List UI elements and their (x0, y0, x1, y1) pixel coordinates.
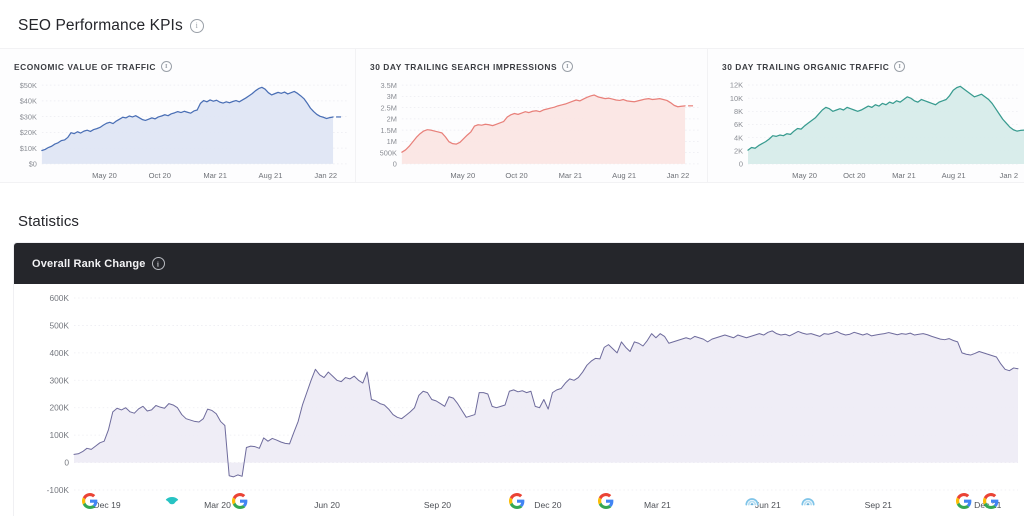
svg-text:3.5M: 3.5M (381, 81, 397, 90)
info-icon[interactable] (894, 61, 905, 72)
info-icon[interactable] (161, 61, 172, 72)
google-icon[interactable] (509, 493, 525, 509)
svg-text:1M: 1M (387, 137, 397, 146)
svg-text:2K: 2K (734, 147, 743, 156)
kpi-chart-search-impressions: 0 500K 1M 1.5M 2M 2.5M 3M 3.5M May 20 Oct 20 Mar 2… (356, 77, 707, 182)
info-icon[interactable] (152, 257, 165, 270)
svg-text:500K: 500K (49, 320, 69, 330)
kpi-card-title: 30 DAY TRAILING ORGANIC TRAFFIC (722, 61, 905, 72)
svg-text:Aug 21: Aug 21 (612, 171, 636, 180)
svg-text:May 20: May 20 (792, 171, 817, 180)
google-icon[interactable] (598, 493, 614, 509)
svg-text:500K: 500K (380, 148, 397, 157)
kpi-card-search-impressions[interactable]: 30 DAY TRAILING SEARCH IMPRESSIONS 0 500K… (356, 49, 708, 182)
svg-text:$10K: $10K (20, 144, 37, 153)
svg-text:Jan 2: Jan 2 (1000, 171, 1019, 180)
google-icon[interactable] (983, 493, 999, 509)
google-icon[interactable] (232, 493, 248, 509)
event-marker-row (0, 493, 1024, 516)
kpi-card-economic-value[interactable]: ECONOMIC VALUE OF TRAFFIC $0 $10K $20K $30K… (0, 49, 356, 182)
svg-text:$0: $0 (29, 160, 37, 169)
svg-text:$50K: $50K (20, 81, 37, 90)
svg-text:100K: 100K (49, 430, 69, 440)
kpi-card-title: ECONOMIC VALUE OF TRAFFIC (14, 61, 172, 72)
teal-icon[interactable] (164, 493, 180, 509)
kpi-card-row: ECONOMIC VALUE OF TRAFFIC $0 $10K $20K $30K… (0, 48, 1024, 183)
svg-text:0: 0 (739, 160, 743, 169)
overall-rank-change-chart: -100K0100K200K300K400K500K600KDec 19Mar … (14, 284, 1024, 516)
svg-text:Mar 21: Mar 21 (559, 171, 583, 180)
svg-text:0: 0 (393, 160, 397, 169)
svg-text:400K: 400K (49, 348, 69, 358)
kpi-title-text: ECONOMIC VALUE OF TRAFFIC (14, 62, 156, 72)
card-header: Overall Rank Change (14, 243, 1024, 284)
overall-rank-change-card: Overall Rank Change -100K0100K200K300K40… (14, 243, 1024, 516)
info-icon[interactable] (562, 61, 573, 72)
statistics-section-title: Statistics (18, 213, 79, 230)
kpi-chart-economic-value: $0 $10K $20K $30K $40K $50K May 20 Oct 20 Mar 21… (0, 77, 355, 182)
svg-text:May 20: May 20 (92, 171, 117, 180)
svg-text:Jan 22: Jan 22 (667, 171, 690, 180)
svg-text:2M: 2M (387, 115, 397, 124)
svg-text:0: 0 (64, 458, 69, 468)
rainbow-icon[interactable] (800, 493, 816, 509)
svg-text:1.5M: 1.5M (381, 126, 397, 135)
svg-text:4K: 4K (734, 133, 743, 142)
rainbow-icon[interactable] (744, 493, 760, 509)
svg-text:May 20: May 20 (450, 171, 475, 180)
kpi-title-text: 30 DAY TRAILING ORGANIC TRAFFIC (722, 62, 889, 72)
kpi-chart-organic-traffic: 0 2K 4K 6K 8K 10K 12K May 20 Oct 20 Mar 21 Aug 21 J… (708, 77, 1024, 182)
svg-text:6K: 6K (734, 120, 743, 129)
svg-text:Mar 21: Mar 21 (203, 171, 227, 180)
kpi-card-organic-traffic[interactable]: 30 DAY TRAILING ORGANIC TRAFFIC 0 2K 4K 6K 8… (708, 49, 1024, 182)
svg-text:$40K: $40K (20, 97, 37, 106)
svg-text:10K: 10K (730, 94, 743, 103)
info-icon[interactable] (190, 19, 204, 33)
svg-text:Oct 20: Oct 20 (505, 171, 527, 180)
svg-text:3M: 3M (387, 92, 397, 101)
svg-text:200K: 200K (49, 403, 69, 413)
svg-text:Jan 22: Jan 22 (314, 171, 337, 180)
kpi-title-text: 30 DAY TRAILING SEARCH IMPRESSIONS (370, 62, 557, 72)
svg-text:$20K: $20K (20, 128, 37, 137)
svg-text:300K: 300K (49, 375, 69, 385)
svg-text:Mar 21: Mar 21 (892, 171, 916, 180)
seo-dashboard-page: SEO Performance KPIs ECONOMIC VALUE OF T… (0, 0, 1024, 516)
card-header-label: Overall Rank Change (32, 257, 165, 270)
svg-text:8K: 8K (734, 107, 743, 116)
svg-text:600K: 600K (49, 293, 69, 303)
kpi-card-title: 30 DAY TRAILING SEARCH IMPRESSIONS (370, 61, 573, 72)
card-header-text: Overall Rank Change (32, 258, 146, 270)
page-title: SEO Performance KPIs (18, 17, 204, 35)
svg-text:Aug 21: Aug 21 (942, 171, 966, 180)
svg-text:12K: 12K (730, 81, 743, 90)
google-icon[interactable] (82, 493, 98, 509)
google-icon[interactable] (956, 493, 972, 509)
svg-text:Aug 21: Aug 21 (258, 171, 282, 180)
page-title-text: SEO Performance KPIs (18, 17, 183, 35)
svg-text:Oct 20: Oct 20 (149, 171, 171, 180)
svg-text:$30K: $30K (20, 112, 37, 121)
svg-text:2.5M: 2.5M (381, 103, 397, 112)
svg-text:Oct 20: Oct 20 (843, 171, 865, 180)
